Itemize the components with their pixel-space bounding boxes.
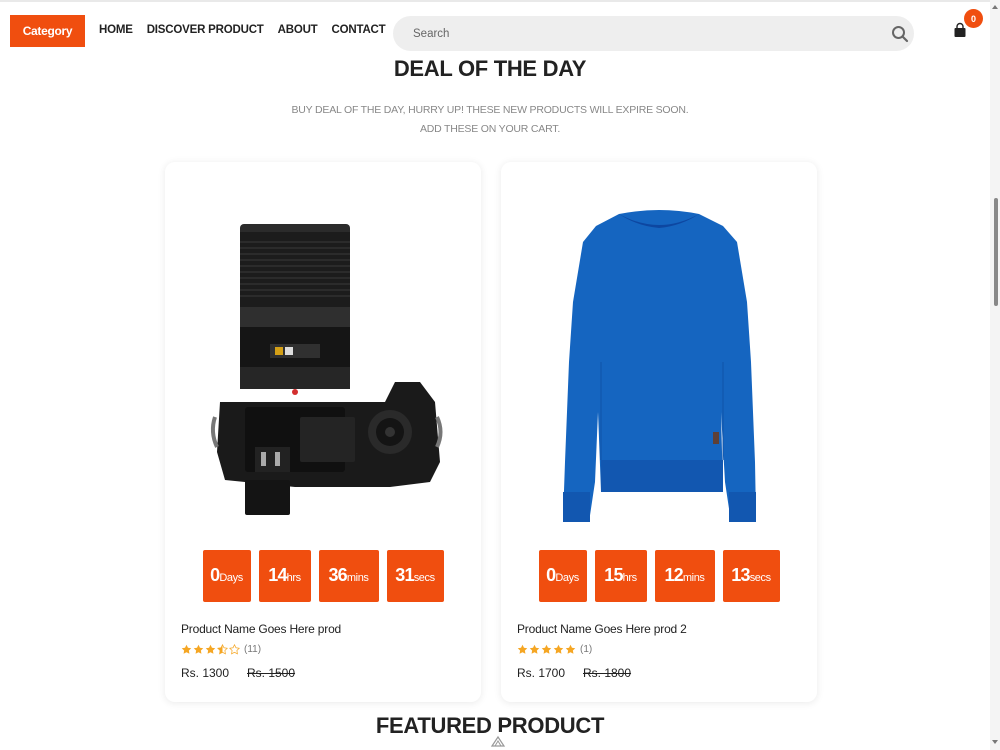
deal-subtitle-line-1: BUY DEAL OF THE DAY, HURRY UP! THESE NEW… [291,104,689,116]
star-rating: (1) [517,644,592,655]
nav-contact[interactable]: CONTACT [332,24,386,36]
product-name[interactable]: Product Name Goes Here prod [181,622,341,636]
star-empty-icon [229,644,240,655]
page-scrollbar[interactable] [990,0,1000,750]
camera-product-image[interactable] [165,162,481,542]
countdown-timer: 0 Days 14 hrs 36 mins 31 secs [165,550,481,602]
star-full-icon [541,644,552,654]
top-border [0,0,1000,2]
countdown-hours: 14 hrs [258,550,311,602]
countdown-timer: 0 Days 15 hrs 12 mins 13 secs [501,550,817,602]
category-button[interactable]: Category [10,15,85,47]
deal-section-subtitle: BUY DEAL OF THE DAY, HURRY UP! THESE NEW… [0,101,980,139]
product-card[interactable]: 0 Days 15 hrs 12 mins 13 secs Product Name G… [501,162,817,702]
scrollbar-thumb[interactable] [994,198,998,306]
product-name[interactable]: Product Name Goes Here prod 2 [517,622,687,636]
star-full-icon [565,644,576,654]
sweater-product-image[interactable] [501,162,817,542]
star-full-icon [193,644,204,654]
countdown-days: 0 Days [538,550,587,602]
scroll-down-arrow-icon[interactable] [991,738,999,746]
search-icon[interactable] [890,24,910,44]
deal-subtitle-line-2: ADD THESE ON YOUR CART. [419,123,561,135]
cart-count-badge[interactable]: 0 [964,9,983,28]
page: Category HOME DISCOVER PRODUCT ABOUT CON… [0,0,1000,750]
rating-count: (11) [244,644,262,655]
countdown-minutes: 36 mins [318,550,379,602]
scroll-up-hint-icon[interactable] [488,732,508,750]
countdown-minutes: 12 mins [654,550,715,602]
product-old-price: Rs. 1500 [247,666,296,680]
deal-section-title: DEAL OF THE DAY [393,56,587,81]
star-full-icon [517,644,528,654]
product-price: Rs. 1300 [181,666,230,680]
star-half-icon [217,644,228,655]
countdown-days: 0 Days [202,550,251,602]
rating-count: (1) [580,644,593,655]
header: Category HOME DISCOVER PRODUCT ABOUT CON… [0,0,1000,60]
nav-discover-product[interactable]: DISCOVER PRODUCT [147,24,264,36]
search-input[interactable] [413,24,863,44]
main-nav: HOME DISCOVER PRODUCT ABOUT CONTACT [99,24,386,36]
star-rating: (11) [181,644,261,655]
scroll-up-arrow-icon[interactable] [991,3,999,11]
search-bar [393,16,914,51]
star-full-icon [181,644,192,654]
product-old-price: Rs. 1800 [583,666,632,680]
star-full-icon [205,644,216,654]
star-full-icon [529,644,540,654]
countdown-seconds: 13 secs [722,550,780,602]
countdown-seconds: 31 secs [386,550,444,602]
countdown-hours: 15 hrs [594,550,647,602]
nav-about[interactable]: ABOUT [278,24,318,36]
star-full-icon [553,644,564,654]
product-price: Rs. 1700 [517,666,566,680]
nav-home[interactable]: HOME [99,24,133,36]
product-card[interactable]: 0 Days 14 hrs 36 mins 31 secs Product Name G… [165,162,481,702]
